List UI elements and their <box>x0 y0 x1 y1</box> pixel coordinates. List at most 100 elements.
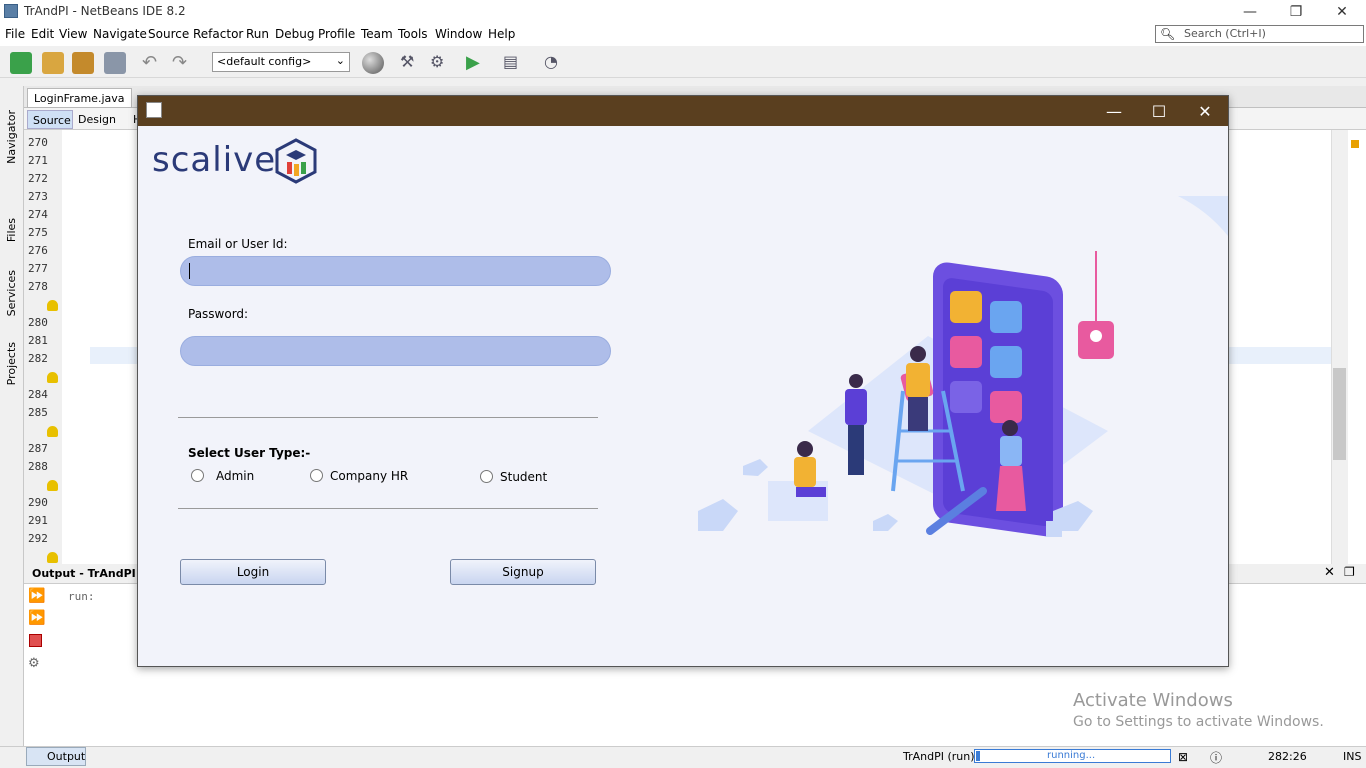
close-output-icon[interactable]: ✕ <box>1324 565 1335 580</box>
menu-file[interactable]: File <box>5 27 25 41</box>
line-number: 280 <box>28 316 48 329</box>
new-project-icon[interactable] <box>42 52 64 74</box>
run-progress-bar: running... <box>974 749 1171 763</box>
login-dialog: — ☐ ✕ scalive Email or User Id: Password… <box>137 95 1229 667</box>
output-text: run: <box>68 590 95 603</box>
line-number: 292 <box>28 532 48 545</box>
chevron-down-icon: ⌄ <box>335 54 345 67</box>
globe-icon[interactable] <box>362 52 384 74</box>
scalive-logo-text: scalive <box>152 140 277 180</box>
new-file-icon[interactable] <box>10 52 32 74</box>
warning-hint-icon[interactable] <box>47 300 58 311</box>
services-side-tab[interactable]: Services <box>5 270 18 316</box>
profile-icon[interactable]: ◔ <box>544 52 566 74</box>
line-number: 275 <box>28 226 48 239</box>
email-label: Email or User Id: <box>188 237 288 251</box>
signup-button[interactable]: Signup <box>450 559 596 585</box>
line-number: 274 <box>28 208 48 221</box>
line-number: 287 <box>28 442 48 455</box>
config-select[interactable]: <default config> ⌄ <box>212 52 350 72</box>
email-field[interactable] <box>180 256 611 286</box>
tab-design[interactable]: Design <box>78 113 116 126</box>
warning-hint-icon[interactable] <box>47 426 58 437</box>
rerun-icon[interactable]: ⏩ <box>28 588 45 604</box>
netbeans-app-icon <box>4 4 18 18</box>
minimize-button[interactable]: — <box>1227 0 1273 24</box>
warning-hint-icon[interactable] <box>47 480 58 491</box>
app-development-illustration <box>698 196 1228 537</box>
dialog-minimize-button[interactable]: — <box>1091 96 1137 126</box>
run-icon[interactable]: ▶ <box>466 52 488 74</box>
menu-run[interactable]: Run <box>246 27 269 41</box>
rerun-with-params-icon[interactable]: ⏩ <box>28 610 45 626</box>
build-hammer-icon[interactable]: ⚒ <box>400 52 422 74</box>
debug-icon[interactable]: ▤ <box>503 52 525 74</box>
line-number: 276 <box>28 244 48 257</box>
menu-debug[interactable]: Debug <box>275 27 314 41</box>
projects-side-tab[interactable]: Projects <box>5 342 18 385</box>
menu-profile[interactable]: Profile <box>318 27 355 41</box>
tab-source[interactable]: Source <box>27 110 73 129</box>
menu-source[interactable]: Source <box>148 27 189 41</box>
main-toolbar <box>0 46 1366 78</box>
search-input[interactable]: 🔍︎ Search (Ctrl+I) <box>1155 25 1364 43</box>
close-button[interactable]: ✕ <box>1319 0 1365 24</box>
files-side-tab[interactable]: Files <box>5 218 18 242</box>
scalive-logo-cube-icon <box>275 138 317 184</box>
output-title: Output - TrAndPI (r <box>32 567 151 580</box>
menu-window[interactable]: Window <box>435 27 482 41</box>
student-radio[interactable] <box>480 470 493 483</box>
output-settings-icon[interactable]: ⚙ <box>28 656 40 671</box>
scrollbar-thumb[interactable] <box>1333 368 1346 460</box>
error-stripe-marker <box>1351 140 1359 148</box>
line-number: 277 <box>28 262 48 275</box>
menu-navigate[interactable]: Navigate <box>93 27 147 41</box>
tab-loginframe[interactable]: LoginFrame.java <box>27 88 132 108</box>
config-value: <default config> <box>217 55 312 68</box>
line-number: 290 <box>28 496 48 509</box>
menu-refactor[interactable]: Refactor <box>193 27 243 41</box>
undo-icon[interactable]: ↶ <box>142 52 164 74</box>
password-field[interactable] <box>180 336 611 366</box>
line-number: 273 <box>28 190 48 203</box>
company-hr-radio[interactable] <box>310 469 323 482</box>
user-type-label: Select User Type:- <box>188 446 311 460</box>
company-hr-radio-label[interactable]: Company HR <box>330 469 408 483</box>
line-number: 282 <box>28 352 48 365</box>
admin-radio[interactable] <box>191 469 204 482</box>
output-window-tab[interactable]: Output <box>26 747 86 766</box>
warning-hint-icon[interactable] <box>47 372 58 383</box>
line-number: 270 <box>28 136 48 149</box>
line-number: 281 <box>28 334 48 347</box>
dialog-close-button[interactable]: ✕ <box>1182 96 1228 126</box>
menu-view[interactable]: View <box>59 27 87 41</box>
open-project-icon[interactable] <box>72 52 94 74</box>
admin-radio-label[interactable]: Admin <box>216 469 254 483</box>
stop-icon[interactable] <box>29 634 42 647</box>
line-number: 291 <box>28 514 48 527</box>
menu-tools[interactable]: Tools <box>398 27 428 41</box>
navigator-side-tab[interactable]: Navigator <box>5 110 18 164</box>
editor-scrollbar[interactable] <box>1331 130 1348 564</box>
separator-bottom <box>178 508 598 509</box>
clean-build-icon[interactable]: ⚙ <box>430 52 452 74</box>
status-project: TrAndPI (run) <box>903 750 975 763</box>
dialog-maximize-button[interactable]: ☐ <box>1136 96 1182 126</box>
java-app-icon <box>146 102 162 118</box>
separator-top <box>178 417 598 418</box>
restore-output-icon[interactable]: ❐ <box>1344 565 1355 579</box>
student-radio-label[interactable]: Student <box>500 470 547 484</box>
menu-team[interactable]: Team <box>361 27 393 41</box>
menu-help[interactable]: Help <box>488 27 515 41</box>
activate-windows-title: Activate Windows <box>1073 690 1233 711</box>
ide-title-bar: TrAndPI - NetBeans IDE 8.2 — ❐ ✕ <box>0 0 1366 24</box>
login-button[interactable]: Login <box>180 559 326 585</box>
menu-edit[interactable]: Edit <box>31 27 54 41</box>
save-all-icon[interactable] <box>104 52 126 74</box>
restore-button[interactable]: ❐ <box>1273 0 1319 24</box>
redo-icon[interactable]: ↷ <box>172 52 194 74</box>
warning-hint-icon[interactable] <box>47 552 58 563</box>
cancel-task-icon[interactable]: ⊠ <box>1178 750 1188 764</box>
line-number: 285 <box>28 406 48 419</box>
notifications-icon[interactable]: ⓘ <box>1210 749 1222 766</box>
